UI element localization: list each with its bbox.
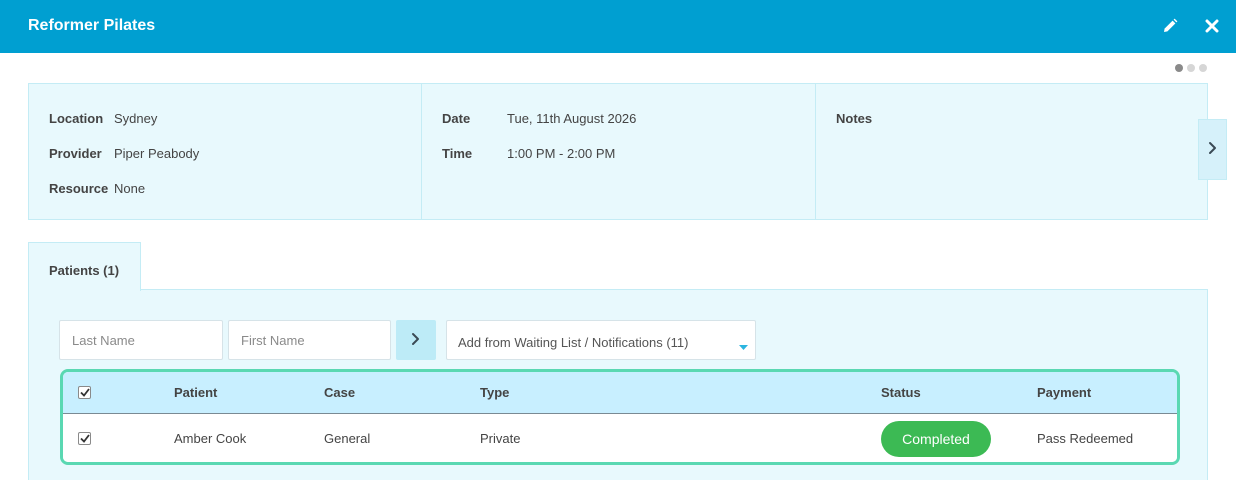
table-header-row: Patient Case Type Status Payment [63, 372, 1177, 414]
row-select-cell [78, 415, 91, 462]
pencil-icon[interactable] [1158, 14, 1182, 38]
chevron-right-icon [411, 332, 421, 349]
details-column-datetime: Date Tue, 11th August 2026 Time 1:00 PM … [422, 84, 816, 219]
patients-table: Patient Case Type Status Payment Amber C… [60, 369, 1180, 465]
location-label: Location [49, 111, 104, 126]
header-type[interactable]: Type [480, 372, 509, 413]
notes-label: Notes [836, 111, 873, 126]
table-row[interactable]: Amber Cook General Private Completed Pas… [63, 415, 1177, 462]
header-patient[interactable]: Patient [174, 372, 217, 413]
date-value: Tue, 11th August 2026 [507, 111, 637, 126]
header-payment[interactable]: Payment [1037, 372, 1091, 413]
close-icon[interactable] [1200, 14, 1224, 38]
header-status[interactable]: Status [881, 372, 921, 413]
waiting-list-label: Add from Waiting List / Notifications (1… [458, 335, 689, 350]
appointment-details-panel: Location Sydney Provider Piper Peabody R… [28, 83, 1208, 220]
resource-label: Resource [49, 181, 109, 196]
status-cell: Completed [881, 415, 991, 462]
provider-label: Provider [49, 146, 102, 161]
search-go-button[interactable] [396, 320, 436, 360]
time-value: 1:00 PM - 2:00 PM [507, 146, 616, 161]
location-value: Sydney [114, 111, 158, 126]
select-all-cell [78, 372, 91, 413]
caret-down-icon [739, 339, 748, 354]
date-label: Date [442, 111, 471, 126]
last-name-input[interactable] [59, 320, 223, 360]
status-badge[interactable]: Completed [881, 420, 991, 457]
pager-dot[interactable] [1175, 64, 1183, 72]
pager-dots [1175, 64, 1207, 72]
resource-value: None [114, 181, 146, 196]
next-panel-button[interactable] [1198, 119, 1227, 180]
pager-dot[interactable] [1187, 64, 1195, 72]
payment-value: Pass Redeemed [1037, 431, 1134, 446]
first-name-input[interactable] [228, 320, 391, 360]
details-column-notes: Notes [816, 84, 1207, 219]
chevron-right-icon [1208, 141, 1218, 158]
header-case[interactable]: Case [324, 372, 355, 413]
time-label: Time [442, 146, 473, 161]
patient-name-link[interactable]: Amber Cook [174, 415, 246, 462]
tab-patients[interactable]: Patients (1) [28, 242, 141, 291]
case-value: General [324, 431, 371, 446]
modal-title: Reformer Pilates [28, 17, 156, 34]
modal-header: Reformer Pilates [0, 0, 1236, 53]
waiting-list-dropdown[interactable]: Add from Waiting List / Notifications (1… [446, 320, 756, 360]
pager-dot[interactable] [1199, 64, 1207, 72]
select-all-checkbox[interactable] [78, 386, 91, 399]
row-checkbox[interactable] [78, 432, 91, 445]
type-value: Private [480, 431, 521, 446]
details-column-location: Location Sydney Provider Piper Peabody R… [29, 84, 422, 219]
provider-value: Piper Peabody [114, 146, 200, 161]
tab-patients-label: Patients (1) [49, 263, 120, 278]
